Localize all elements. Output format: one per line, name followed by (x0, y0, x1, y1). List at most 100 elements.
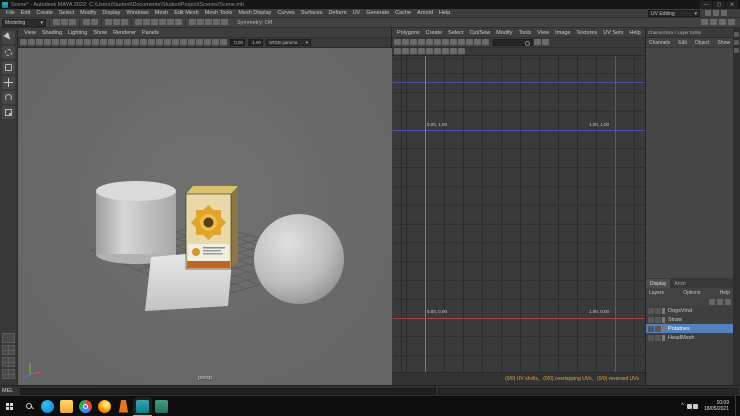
menu-item[interactable]: Generate (363, 10, 392, 16)
uv-menu-item[interactable]: Textures (573, 30, 600, 36)
two-d-pan-zoom-icon[interactable] (60, 39, 67, 46)
sphere-object[interactable] (254, 214, 344, 304)
lock-camera-icon[interactable] (28, 39, 35, 46)
maximize-button[interactable]: ▢ (713, 0, 725, 9)
render-view-icon[interactable] (197, 19, 204, 26)
use-all-lights-icon[interactable] (156, 39, 163, 46)
gamma-field[interactable]: 1.00 (248, 39, 263, 46)
tool-settings-tab-icon[interactable] (734, 40, 739, 45)
workspace-selector[interactable]: UV Editing ▾ (648, 10, 700, 17)
taskbar-clock[interactable]: 10:09 18/05/2021 (704, 400, 729, 413)
menu-item[interactable]: Windows (123, 10, 151, 16)
uv-menu-item[interactable]: UV Sets (600, 30, 626, 36)
menu-item[interactable]: Help (436, 10, 453, 16)
layer-color-swatch[interactable] (662, 334, 665, 341)
image-plane-icon[interactable] (52, 39, 59, 46)
viewport-menu-item[interactable]: Lighting (65, 30, 90, 36)
redo-icon[interactable] (91, 19, 98, 26)
lock-ui-icon[interactable] (713, 10, 719, 16)
viewport-menu-item[interactable]: Show (90, 30, 110, 36)
grid-toggle-icon[interactable] (76, 39, 83, 46)
select-object-icon[interactable] (113, 19, 120, 26)
sidebar-channel-box-icon[interactable] (719, 19, 726, 26)
smooth-shade-icon[interactable] (140, 39, 147, 46)
dim-image-icon[interactable] (394, 48, 401, 55)
layer-color-swatch[interactable] (662, 307, 665, 314)
menu-item[interactable]: Edit (18, 10, 33, 16)
undo-icon[interactable] (83, 19, 90, 26)
layer-playback-toggle[interactable] (655, 316, 661, 323)
anti-aliasing-icon[interactable] (180, 39, 187, 46)
viewport-menu-item[interactable]: Shading (39, 30, 65, 36)
symmetry-setting[interactable]: Symmetry: Off (237, 20, 272, 26)
pixel-grid-icon[interactable] (410, 48, 417, 55)
channel-box-empty-area[interactable] (646, 47, 733, 279)
seed-box-object[interactable] (185, 186, 238, 270)
cut-uv-edge-icon[interactable] (434, 39, 441, 46)
texture-borders-icon[interactable] (426, 48, 433, 55)
uv-distortion-icon[interactable] (542, 39, 549, 46)
menu-set-selector[interactable]: Modeling ▾ (2, 18, 46, 27)
menu-item[interactable]: Create (33, 10, 56, 16)
isolate-select-icon[interactable] (196, 39, 203, 46)
screen-space-ao-icon[interactable] (172, 39, 179, 46)
lasso-tool[interactable] (2, 46, 15, 59)
workspace-options-icon[interactable] (705, 10, 711, 16)
paint-select-tool[interactable] (2, 61, 15, 74)
four-pane-layout[interactable] (2, 345, 15, 355)
menu-item[interactable]: Select (56, 10, 77, 16)
cylinder-object[interactable] (96, 181, 176, 264)
layer-color-swatch[interactable] (662, 325, 665, 332)
safe-title-icon[interactable] (124, 39, 131, 46)
layer-options-icon[interactable] (709, 298, 715, 305)
uv-menu-item[interactable]: Modify (493, 30, 515, 36)
layer-visibility-toggle[interactable] (648, 316, 654, 323)
substance-icon[interactable] (155, 399, 168, 413)
menu-item[interactable]: Edit Mesh (171, 10, 201, 16)
layout-uv-icon[interactable] (458, 39, 465, 46)
layer-row[interactable]: Straw (646, 315, 733, 324)
layer-editor-menu-item[interactable]: Layers (649, 290, 664, 296)
flip-u-icon[interactable] (402, 39, 409, 46)
uv-search-input[interactable] (493, 39, 533, 46)
menu-item[interactable]: Mesh Tools (202, 10, 236, 16)
flip-v-icon[interactable] (410, 39, 417, 46)
uv-menu-item[interactable]: Image (552, 30, 573, 36)
layer-visibility-toggle[interactable] (648, 325, 654, 332)
single-pane-layout[interactable] (2, 333, 15, 343)
menu-item[interactable]: Modify (77, 10, 99, 16)
menu-item[interactable]: Mesh (152, 10, 171, 16)
viewport-menu-item[interactable]: Renderer (110, 30, 139, 36)
save-scene-icon[interactable] (69, 19, 76, 26)
resolution-gate-icon[interactable] (92, 39, 99, 46)
safe-action-icon[interactable] (116, 39, 123, 46)
help-search-icon[interactable] (721, 10, 727, 16)
textured-icon[interactable] (148, 39, 155, 46)
layer-row[interactable]: HeadMesh (646, 333, 733, 342)
persp-outliner-layout[interactable] (2, 357, 15, 367)
isolate-select-icon[interactable] (450, 48, 457, 55)
view-transform-dropdown[interactable]: sRGB gamma ▾ (266, 39, 311, 46)
channel-box-menu-item[interactable]: Edit (678, 40, 687, 46)
taskbar-search-icon[interactable] (19, 396, 38, 416)
layer-color-swatch[interactable] (662, 316, 665, 323)
menu-item[interactable]: Deform (326, 10, 350, 16)
ipr-render-icon[interactable] (213, 19, 220, 26)
menu-item[interactable]: Display (99, 10, 123, 16)
uv-menu-item[interactable]: Help (626, 30, 643, 36)
snap-projected-center-icon[interactable] (159, 19, 166, 26)
checker-map-icon[interactable] (434, 48, 441, 55)
viewport-menu-item[interactable]: View (21, 30, 39, 36)
menu-item[interactable]: File (3, 10, 18, 16)
snap-together-icon[interactable] (474, 39, 481, 46)
command-language-selector[interactable]: MEL (2, 388, 18, 394)
viewport-menu-item[interactable]: Panels (139, 30, 162, 36)
uv-menu-item[interactable]: Select (445, 30, 466, 36)
sew-uv-edge-icon[interactable] (442, 39, 449, 46)
command-input[interactable] (20, 387, 436, 395)
pixel-snap-icon[interactable] (534, 39, 541, 46)
depth-of-field-icon[interactable] (212, 39, 219, 46)
channel-box-title-tab[interactable]: Channel Box / Layer Editor (646, 28, 733, 38)
unfold-uv-icon[interactable] (450, 39, 457, 46)
menu-item[interactable]: Mesh Display (235, 10, 274, 16)
